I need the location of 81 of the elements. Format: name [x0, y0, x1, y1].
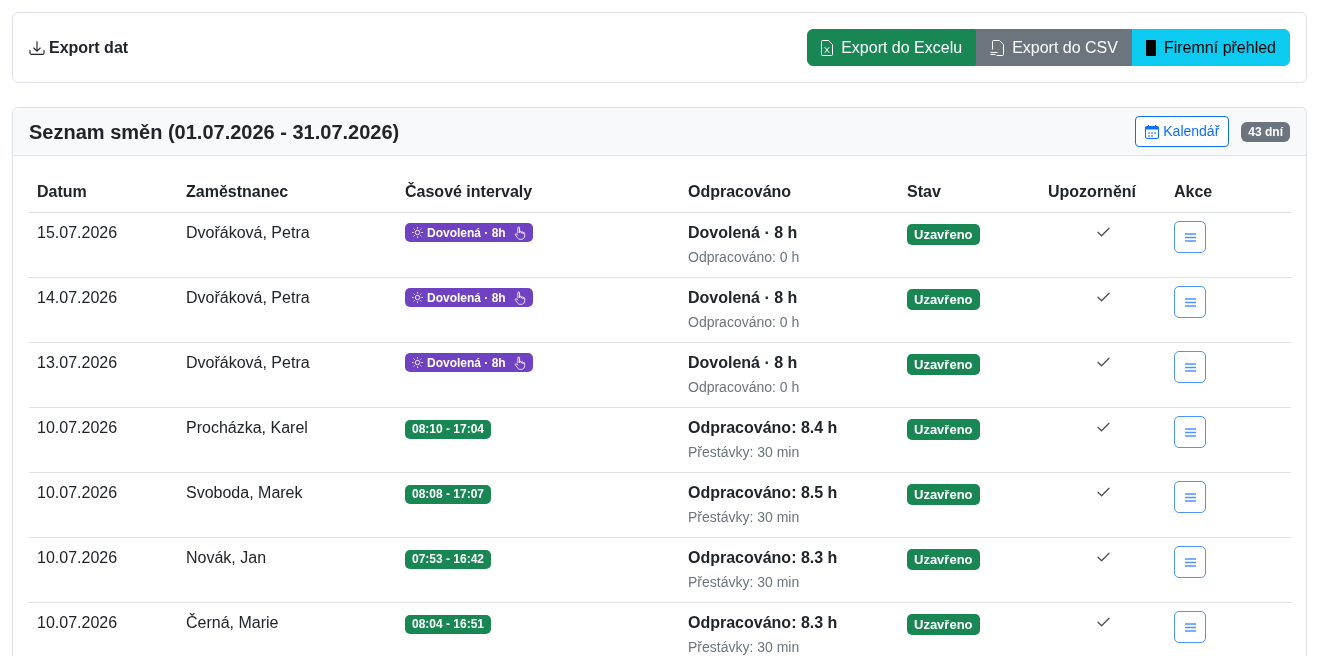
badge-label: Dovolená · 8h — [427, 291, 506, 304]
worked-detail: Přestávky: 30 min — [688, 638, 801, 656]
status-badge: Uzavřeno — [907, 224, 980, 245]
status-badge: Uzavřeno — [907, 354, 980, 375]
column-header: Datum — [29, 172, 178, 213]
worked-detail: Odpracováno: 0 h — [688, 248, 801, 267]
day-count-badge: 43 dní — [1241, 121, 1290, 142]
status-badge: Uzavřeno — [907, 549, 980, 570]
date-cell: 15.07.2026 — [29, 212, 178, 278]
employee-cell: Černá, Marie — [178, 602, 397, 656]
worked-summary: Odpracováno: 8.3 h — [688, 613, 839, 633]
date-cell: 10.07.2026 — [29, 537, 178, 603]
list-icon — [1184, 232, 1196, 242]
export-title: Export dat — [49, 37, 129, 58]
download-icon — [29, 39, 45, 56]
worked-summary: Odpracováno: 8.4 h — [688, 418, 839, 438]
employee-cell: Dvořáková, Petra — [178, 212, 397, 278]
column-header: Upozornění — [1040, 172, 1166, 213]
card-title: Seznam směn (01.07.2026 - 31.07.2026) — [29, 119, 400, 144]
calendar-icon — [1145, 124, 1160, 139]
calendar-button[interactable]: Kalendář — [1135, 116, 1230, 147]
date-cell: 10.07.2026 — [29, 602, 178, 656]
pointing-hand-icon — [513, 290, 526, 305]
list-icon — [1184, 297, 1196, 307]
status-badge: Uzavřeno — [907, 419, 980, 440]
sun-icon — [412, 292, 423, 303]
list-button[interactable] — [1174, 481, 1206, 513]
employee-cell: Svoboda, Marek — [178, 472, 397, 538]
worked-summary: Odpracováno: 8.3 h — [688, 548, 839, 568]
worked-detail: Přestávky: 30 min — [688, 508, 801, 527]
pointing-hand-icon — [513, 355, 526, 370]
worked-detail: Odpracováno: 0 h — [688, 378, 801, 397]
export-button[interactable]: Export do Excelu — [807, 29, 977, 66]
time-badge: 07:53 - 16:42 — [405, 549, 492, 569]
list-button[interactable] — [1174, 611, 1206, 643]
employee-cell: Dvořáková, Petra — [178, 277, 397, 343]
list-button[interactable] — [1174, 286, 1206, 318]
export-button[interactable]: Export do CSV — [976, 29, 1132, 66]
list-button[interactable] — [1174, 416, 1206, 448]
status-badge: Uzavřeno — [907, 614, 980, 635]
list-button[interactable] — [1174, 221, 1206, 253]
time-badge: 08:04 - 16:51 — [405, 614, 492, 634]
employee-cell: Novák, Jan — [178, 537, 397, 603]
worked-summary: Odpracováno: 8.5 h — [688, 483, 839, 503]
badge-label: Dovolená · 8h — [427, 356, 506, 369]
export-button[interactable]: Firemní přehled — [1131, 29, 1290, 66]
column-header: Akce — [1166, 172, 1291, 213]
date-cell: 14.07.2026 — [29, 277, 178, 343]
employee-cell: Dvořáková, Petra — [178, 342, 397, 408]
worked-detail: Odpracováno: 0 h — [688, 313, 801, 332]
list-icon — [1184, 362, 1196, 372]
column-header: Časové intervaly — [397, 172, 680, 213]
date-cell: 10.07.2026 — [29, 472, 178, 538]
badge-label: Dovolená · 8h — [427, 226, 506, 239]
employee-cell: Procházka, Karel — [178, 407, 397, 473]
list-icon — [1184, 557, 1196, 567]
sun-icon — [412, 357, 423, 368]
list-icon — [1184, 622, 1196, 632]
pointing-hand-icon — [513, 225, 526, 240]
column-header: Odpracováno — [680, 172, 899, 213]
status-badge: Uzavřeno — [907, 484, 980, 505]
worked-detail: Přestávky: 30 min — [688, 443, 801, 462]
time-badge: 08:10 - 17:04 — [405, 419, 492, 439]
list-icon — [1184, 492, 1196, 502]
list-button[interactable] — [1174, 351, 1206, 383]
column-header: Zaměstnanec — [178, 172, 397, 213]
date-cell: 10.07.2026 — [29, 407, 178, 473]
file-icon — [990, 39, 1005, 56]
rectangle-icon — [1145, 39, 1156, 56]
status-badge: Uzavřeno — [907, 289, 980, 310]
file-icon — [821, 39, 834, 56]
worked-summary: Dovolená · 8 h — [688, 223, 799, 243]
worked-detail: Přestávky: 30 min — [688, 573, 801, 592]
worked-summary: Dovolená · 8 h — [688, 288, 799, 308]
sun-icon — [412, 227, 423, 238]
time-badge: 08:08 - 17:07 — [405, 484, 492, 504]
column-header: Stav — [899, 172, 1040, 213]
worked-summary: Dovolená · 8 h — [688, 353, 799, 373]
list-icon — [1184, 427, 1196, 437]
list-button[interactable] — [1174, 546, 1206, 578]
date-cell: 13.07.2026 — [29, 342, 178, 408]
